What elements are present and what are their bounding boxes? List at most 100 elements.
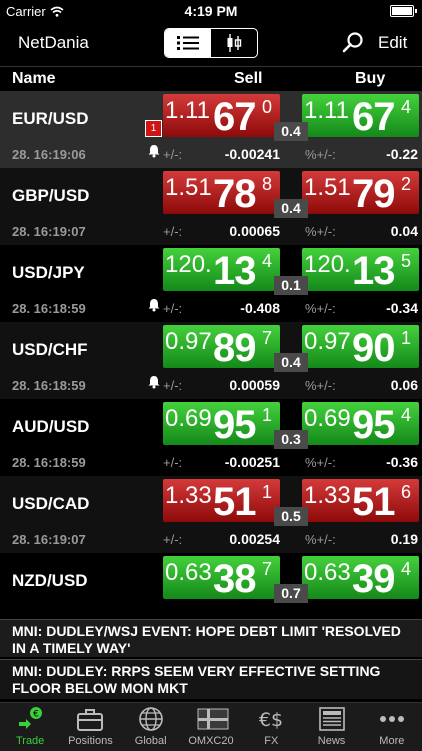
quote-row[interactable]: USD/CAD 1.33 51 1 1.33 51 6 0.5 28. 16:19… (0, 476, 422, 554)
search-icon[interactable] (342, 31, 364, 53)
list-view-button[interactable] (165, 29, 211, 57)
quote-row[interactable]: USD/JPY 120. 13 4 120. 13 5 0.1 28. 16:18… (0, 245, 422, 323)
candlestick-icon (227, 34, 242, 52)
buy-price-button[interactable]: 0.69 95 4 (302, 402, 419, 445)
sell-price-pips: 78 (213, 172, 256, 214)
buy-price-pips: 39 (352, 557, 395, 599)
sell-price-prefix: 0.97 (165, 328, 212, 355)
trade-icon: € (16, 706, 44, 732)
timestamp: 28. 16:19:06 (12, 147, 86, 162)
currency-icon: €$ (257, 706, 285, 732)
buy-price-prefix: 1.33 (304, 482, 351, 509)
tab-more[interactable]: More (362, 703, 422, 751)
change-value: 0.00254 (229, 531, 280, 547)
quote-row[interactable]: USD/CHF 0.97 89 7 0.97 90 1 0.4 28. 16:18… (0, 322, 422, 400)
sell-price-prefix: 0.69 (165, 405, 212, 432)
name-column-header: Name (12, 70, 56, 87)
tab-label: FX (264, 735, 279, 747)
buy-price-button[interactable]: 1.51 79 2 (302, 171, 419, 214)
buy-price-prefix: 1.51 (304, 174, 351, 201)
buy-price-pips: 79 (352, 172, 395, 214)
sell-price-fraction: 0 (262, 97, 273, 117)
symbol-label: USD/CAD (12, 494, 90, 513)
sell-price-pips: 95 (213, 403, 256, 445)
chart-view-button[interactable] (211, 29, 257, 57)
quote-row[interactable]: NZD/USD 0.63 38 7 0.63 39 4 0.7 (0, 553, 422, 606)
sell-price-button[interactable]: 0.97 89 7 (163, 325, 280, 368)
change-value: -0.00251 (224, 454, 280, 470)
sell-price-button[interactable]: 120. 13 4 (163, 248, 280, 291)
symbol-label: USD/JPY (12, 263, 85, 282)
change-value: 0.00065 (229, 223, 280, 239)
svg-text:€: € (33, 710, 39, 720)
sell-price-pips: 13 (213, 249, 256, 291)
sell-price-fraction: 7 (262, 559, 273, 579)
timestamp: 28. 16:19:07 (12, 532, 86, 547)
percent-change-label: %+/-: (305, 455, 336, 470)
tab-label: OMXC20 (188, 735, 234, 747)
sell-price-fraction: 8 (262, 174, 273, 194)
sell-price-pips: 38 (213, 557, 256, 599)
buy-price-button[interactable]: 0.97 90 1 (302, 325, 419, 368)
buy-price-prefix: 0.63 (304, 559, 351, 586)
sell-price-fraction: 7 (262, 328, 273, 348)
timestamp: 28. 16:18:59 (12, 301, 86, 316)
buy-price-prefix: 120. (304, 251, 351, 278)
buy-price-button[interactable]: 0.63 39 4 (302, 556, 419, 599)
app-title: NetDania (18, 33, 89, 52)
buy-price-fraction: 2 (401, 174, 412, 194)
news-headline[interactable]: MNI: DUDLEY: RRPS SEEM VERY EFFECTIVE SE… (0, 659, 422, 699)
tab-label: Trade (15, 735, 45, 747)
buy-price-prefix: 0.97 (304, 328, 351, 355)
flag-icon (197, 706, 229, 732)
more-icon (378, 706, 406, 732)
buy-price-pips: 13 (352, 249, 395, 291)
tab-omxc20[interactable]: OMXC20 (181, 703, 241, 751)
sell-price-prefix: 1.51 (165, 174, 212, 201)
quote-row[interactable]: EUR/USD 1.11 67 0 1.11 67 4 0.4 1 28. 16:1… (0, 91, 422, 169)
navigation-bar: NetDania Edit (0, 22, 422, 66)
tab-trade[interactable]: € Trade (0, 703, 60, 751)
buy-price-fraction: 4 (401, 559, 412, 579)
column-header: Name Sell Buy (0, 66, 422, 91)
news-icon (318, 706, 346, 732)
percent-change-label: %+/-: (305, 224, 336, 239)
edit-button[interactable]: Edit (378, 33, 407, 53)
news-headline[interactable]: MNI: DUDLEY/WSJ EVENT: HOPE DEBT LIMIT '… (0, 619, 422, 657)
tab-label: Global (134, 735, 167, 747)
status-bar: Carrier 4:19 PM (0, 0, 422, 22)
sell-price-button[interactable]: 0.69 95 1 (163, 402, 280, 445)
sell-price-prefix: 120. (165, 251, 212, 278)
sell-price-button[interactable]: 1.11 67 0 (163, 94, 280, 137)
spread-badge: 0.3 (274, 430, 308, 449)
sell-column-header: Sell (234, 70, 263, 87)
timestamp: 28. 16:18:59 (12, 378, 86, 393)
briefcase-icon (76, 706, 104, 732)
sell-price-button[interactable]: 1.33 51 1 (163, 479, 280, 522)
buy-price-button[interactable]: 1.33 51 6 (302, 479, 419, 522)
percent-change-value: 0.19 (390, 531, 418, 547)
tab-news[interactable]: News (301, 703, 361, 751)
bell-icon (148, 299, 160, 312)
symbol-label: NZD/USD (12, 571, 88, 590)
clock: 4:19 PM (184, 3, 238, 19)
quote-row[interactable]: AUD/USD 0.69 95 1 0.69 95 4 0.3 28. 16:18… (0, 399, 422, 477)
buy-price-fraction: 4 (401, 405, 412, 425)
buy-price-fraction: 6 (401, 482, 412, 502)
tab-label: Positions (68, 735, 113, 747)
tab-label: More (379, 735, 405, 747)
quote-row[interactable]: GBP/USD 1.51 78 8 1.51 79 2 0.4 28. 16:19… (0, 168, 422, 246)
tab-bar: € Trade Positions Global OMXC20 €$ FX New… (0, 702, 422, 751)
buy-price-fraction: 5 (401, 251, 412, 271)
sell-price-pips: 51 (213, 480, 256, 522)
buy-price-button[interactable]: 1.11 67 4 (302, 94, 419, 137)
sell-price-button[interactable]: 1.51 78 8 (163, 171, 280, 214)
buy-price-button[interactable]: 120. 13 5 (302, 248, 419, 291)
change-label: +/-: (163, 301, 183, 316)
tab-fx[interactable]: €$ FX (241, 703, 301, 751)
percent-change-value: -0.36 (386, 454, 418, 470)
buy-price-prefix: 0.69 (304, 405, 351, 432)
tab-positions[interactable]: Positions (60, 703, 120, 751)
tab-global[interactable]: Global (121, 703, 181, 751)
sell-price-button[interactable]: 0.63 38 7 (163, 556, 280, 599)
